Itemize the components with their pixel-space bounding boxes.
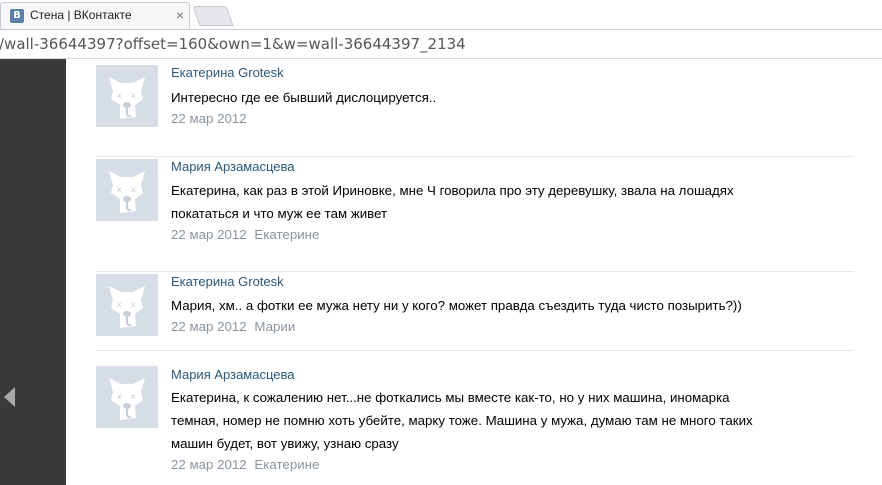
comment-text: Мария, хм.. а фотки ее мужа нету ни у ко… <box>171 298 742 313</box>
comment-text: Екатерина, к сожалению нет...не фоткалис… <box>171 390 753 451</box>
comment-author-link[interactable]: Екатерина Grotesk <box>171 274 284 289</box>
deactivated-dog-avatar-icon[interactable]: x x <box>96 159 158 221</box>
comment-date-link[interactable]: 22 мар 2012 <box>171 111 247 126</box>
comment-author-link[interactable]: Мария Арзамасцева <box>171 367 294 382</box>
deactivated-dog-avatar-icon[interactable]: x x <box>96 65 158 127</box>
left-navigation-panel[interactable] <box>0 59 66 485</box>
svg-text:x: x <box>117 300 122 309</box>
comment-meta: 22 мар 2012 <box>171 111 251 126</box>
comment-text: Екатерина, как раз в этой Ириновке, мне … <box>171 183 734 221</box>
comment-meta: 22 мар 2012 Екатерине <box>171 227 319 242</box>
comment-reply-to-link[interactable]: Екатерине <box>254 457 319 472</box>
svg-text:x: x <box>117 185 122 194</box>
comment-item: x x Мария Арзамасцева Екатерина, как раз… <box>96 156 854 271</box>
svg-text:x: x <box>117 91 122 100</box>
deactivated-dog-avatar-icon[interactable]: x x <box>96 274 158 336</box>
svg-text:x: x <box>131 300 136 309</box>
comment-date-link[interactable]: 22 мар 2012 <box>171 457 247 472</box>
comment-date-link[interactable]: 22 мар 2012 <box>171 319 247 334</box>
tab-close-icon[interactable]: × <box>173 7 187 23</box>
new-tab-button[interactable] <box>192 6 234 26</box>
comment-date-link[interactable]: 22 мар 2012 <box>171 227 247 242</box>
address-bar[interactable]: /wall-36644397?offset=160&own=1&w=wall-3… <box>0 29 882 59</box>
comment-item: x x Екатерина Grotesk Мария, хм.. а фотк… <box>96 271 854 350</box>
comment-author-link[interactable]: Мария Арзамасцева <box>171 159 294 174</box>
browser-tab-strip: В Стена | ВКонтакте × <box>0 0 882 29</box>
svg-text:x: x <box>117 392 122 401</box>
comment-item: x x Екатерина Grotesk Интересно где ее б… <box>96 59 854 151</box>
address-url[interactable]: /wall-36644397?offset=160&own=1&w=wall-3… <box>0 35 466 53</box>
svg-text:x: x <box>131 91 136 100</box>
comment-text: Интересно где ее бывший дислоцируется.. <box>171 90 437 105</box>
back-arrow-icon[interactable] <box>4 387 15 407</box>
comment-reply-to-link[interactable]: Марии <box>254 319 295 334</box>
browser-tab[interactable]: В Стена | ВКонтакте × <box>0 2 190 29</box>
vk-favicon-icon: В <box>10 9 24 23</box>
comment-item: x x Мария Арзамасцева Екатерина, к сожал… <box>96 350 854 485</box>
tab-title: Стена | ВКонтакте <box>30 8 132 22</box>
svg-text:x: x <box>131 392 136 401</box>
comment-meta: 22 мар 2012 Марии <box>171 319 295 334</box>
deactivated-dog-avatar-icon[interactable]: x x <box>96 366 158 428</box>
comment-reply-to-link[interactable]: Екатерине <box>254 227 319 242</box>
comment-meta: 22 мар 2012 Екатерине <box>171 457 319 472</box>
svg-text:x: x <box>131 185 136 194</box>
wall-comments-list: x x Екатерина Grotesk Интересно где ее б… <box>66 59 882 485</box>
comment-author-link[interactable]: Екатерина Grotesk <box>171 65 284 80</box>
